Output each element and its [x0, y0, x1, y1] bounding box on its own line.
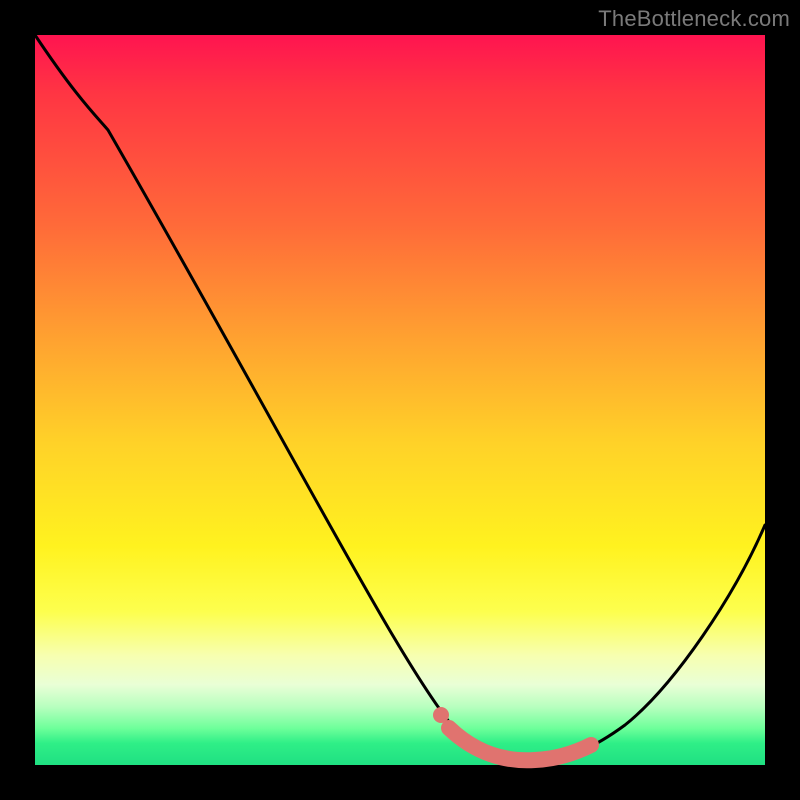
plot-area	[35, 35, 765, 765]
optimal-range-highlight	[449, 728, 591, 760]
chart-frame: TheBottleneck.com	[0, 0, 800, 800]
curve-layer	[35, 35, 765, 765]
marker-dot	[433, 707, 449, 723]
watermark-text: TheBottleneck.com	[598, 6, 790, 32]
bottleneck-curve	[35, 35, 765, 761]
